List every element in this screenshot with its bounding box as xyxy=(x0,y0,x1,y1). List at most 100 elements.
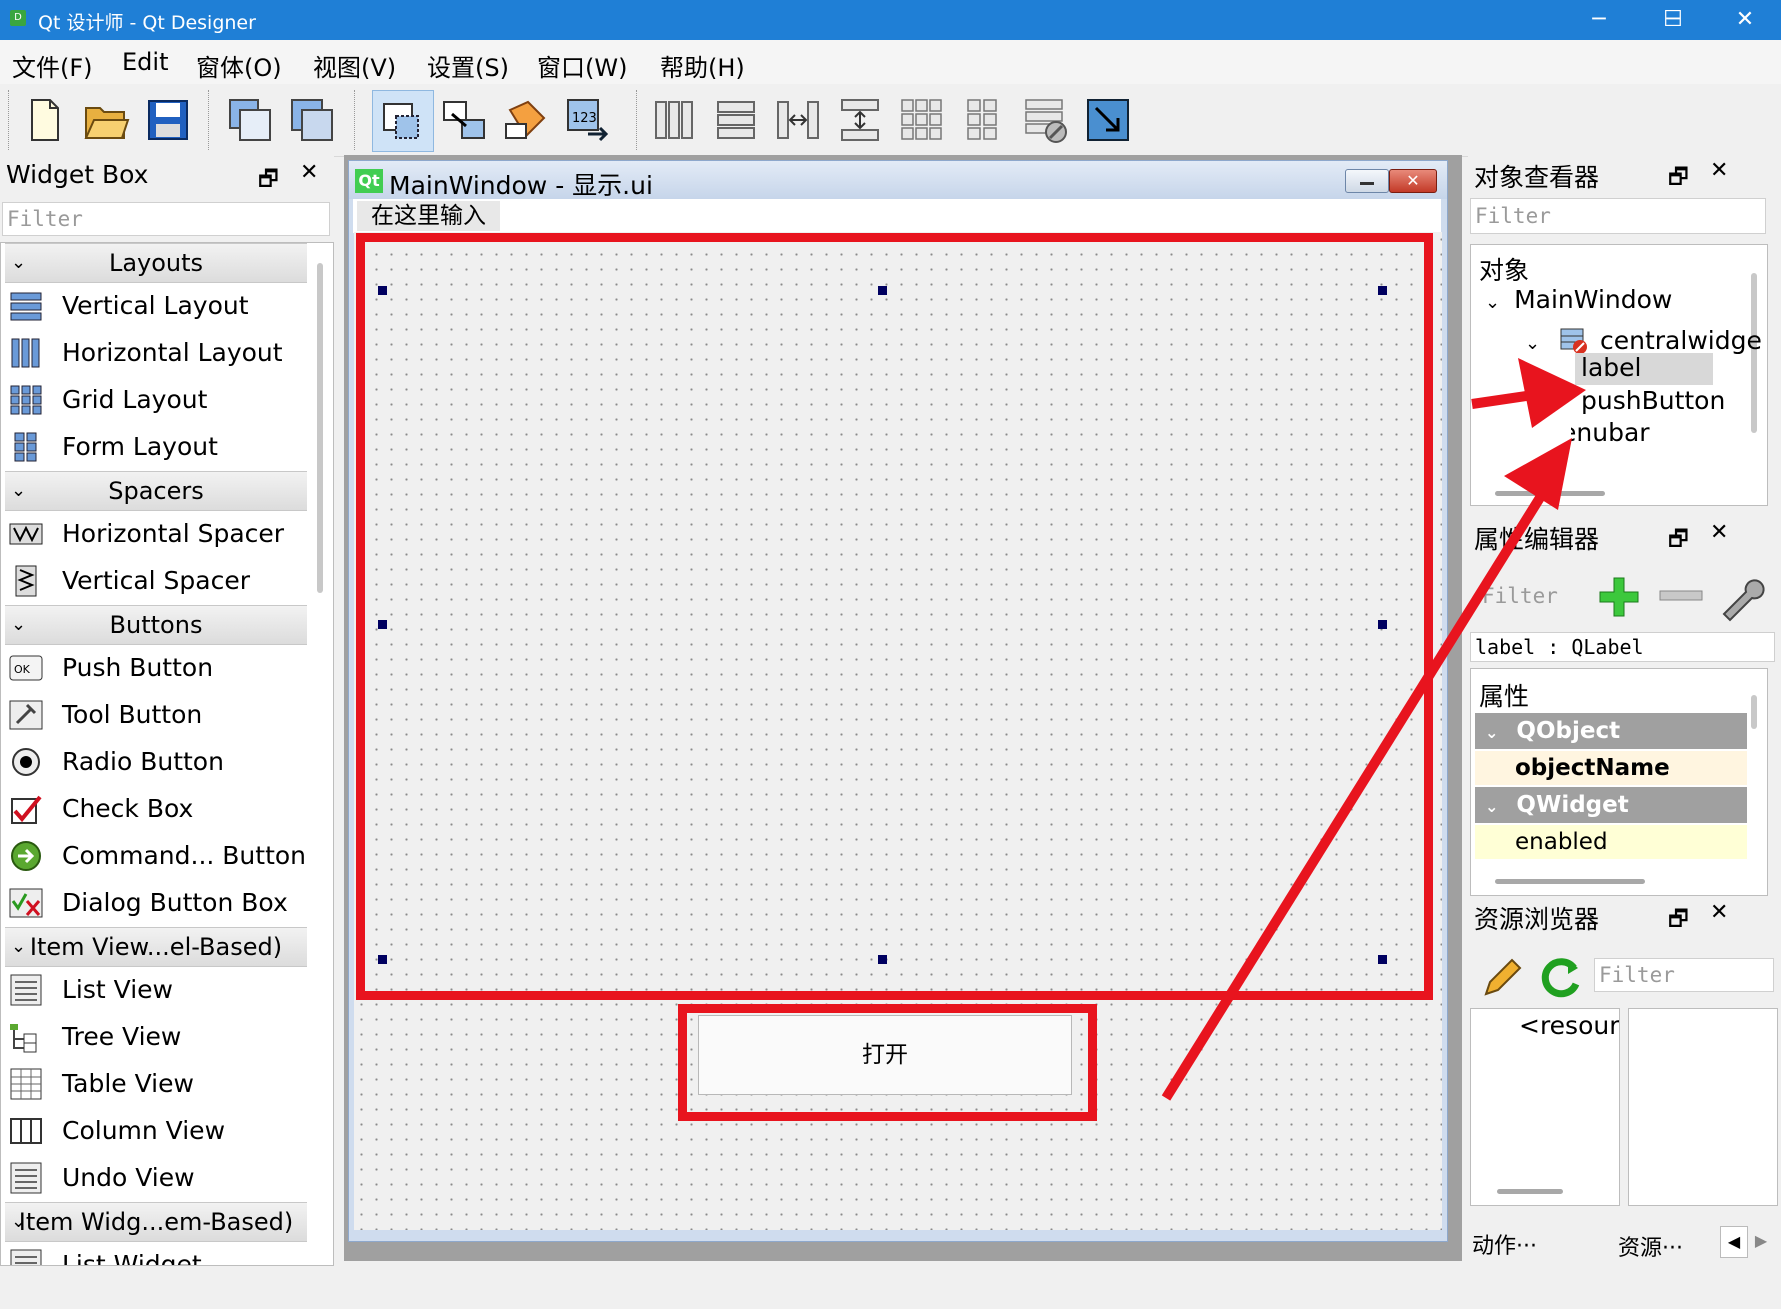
layout-horizontal-icon[interactable] xyxy=(648,94,700,146)
tile-windows-icon[interactable] xyxy=(286,94,338,146)
open-folder-icon[interactable] xyxy=(80,94,132,146)
resource-hscrollbar[interactable] xyxy=(1497,1189,1563,1194)
save-icon[interactable] xyxy=(142,94,194,146)
float-panel-icon[interactable]: 🗗 xyxy=(1668,160,1689,198)
edit-tab-order-icon[interactable]: 123 xyxy=(562,94,614,146)
property-editor-title: 属性编辑器 xyxy=(1474,525,1600,554)
category-layouts[interactable]: ⌄ Layouts xyxy=(5,243,307,283)
widget-item[interactable]: Undo View xyxy=(7,1155,307,1201)
widget-item[interactable]: Dialog Button Box xyxy=(7,880,307,926)
close-panel-icon[interactable]: ✕ xyxy=(1710,520,1728,545)
object-tree-hscrollbar[interactable] xyxy=(1495,491,1605,496)
widget-item[interactable]: Table View xyxy=(7,1061,307,1107)
category-item-views[interactable]: ⌄ Item View...el-Based) xyxy=(5,927,307,967)
close-icon[interactable]: ✕ xyxy=(1709,0,1781,40)
category-spacers[interactable]: ⌄ Spacers xyxy=(5,471,307,511)
property-objectname[interactable]: objectName xyxy=(1475,751,1747,785)
widget-item[interactable]: Tool Button xyxy=(7,692,307,738)
tree-item-pushbutton[interactable]: pushButton xyxy=(1581,386,1725,415)
add-property-icon[interactable] xyxy=(1596,574,1642,620)
widget-item[interactable]: Vertical Layout xyxy=(7,283,307,329)
toolbar-grip xyxy=(8,90,12,150)
form-close-button[interactable]: ✕ xyxy=(1389,169,1437,193)
maximize-icon[interactable]: ☐ xyxy=(1637,0,1709,40)
widget-box-filter-input[interactable]: Filter xyxy=(2,202,330,236)
form-minimize-button[interactable] xyxy=(1345,169,1389,193)
float-panel-icon[interactable]: 🗗 xyxy=(1668,902,1689,940)
float-panel-icon[interactable]: 🗗 xyxy=(258,162,279,200)
cascade-windows-icon[interactable] xyxy=(224,94,276,146)
configure-wrench-icon[interactable] xyxy=(1716,572,1766,622)
break-layout-icon[interactable] xyxy=(1020,94,1072,146)
tool-button-icon xyxy=(9,700,43,730)
layout-vertical-splitter-icon[interactable] xyxy=(834,94,886,146)
property-scrollbar[interactable] xyxy=(1751,695,1757,729)
widget-item[interactable]: OK Push Button xyxy=(7,645,307,691)
menu-view[interactable]: 视图(V) xyxy=(313,48,396,83)
widget-item[interactable]: Column View xyxy=(7,1108,307,1154)
menu-bar: 文件(F) Edit 窗体(O) 视图(V) 设置(S) 窗口(W) 帮助(H) xyxy=(0,40,1781,84)
annotation-red-box-button xyxy=(678,1004,1097,1121)
tab-resources[interactable]: 资源··· xyxy=(1618,1230,1683,1262)
reload-icon[interactable] xyxy=(1538,954,1584,1000)
widget-item[interactable]: Check Box xyxy=(7,786,307,832)
property-group-qwidget[interactable]: ⌄ QWidget xyxy=(1475,787,1747,823)
menu-edit[interactable]: Edit xyxy=(122,48,168,76)
minimize-icon[interactable]: ─ xyxy=(1563,0,1635,40)
edit-signals-slots-icon[interactable] xyxy=(438,94,490,146)
tree-item-mainwindow[interactable]: ⌄ MainWindow xyxy=(1485,285,1672,314)
widget-item[interactable]: Tree View xyxy=(7,1014,307,1060)
tree-item-label[interactable]: label xyxy=(1581,353,1641,382)
chevron-down-icon: ⌄ xyxy=(1485,292,1501,313)
check-box-icon xyxy=(11,795,42,824)
remove-property-icon[interactable] xyxy=(1658,588,1704,604)
close-panel-icon[interactable]: ✕ xyxy=(300,160,318,185)
widget-item[interactable]: Horizontal Layout xyxy=(7,330,307,376)
property-group-qobject[interactable]: ⌄ QObject xyxy=(1475,713,1747,749)
widget-item[interactable]: List View xyxy=(7,967,307,1013)
widget-item[interactable]: Radio Button xyxy=(7,739,307,785)
widget-item[interactable]: Horizontal Spacer xyxy=(7,511,307,557)
layout-horizontal-splitter-icon[interactable] xyxy=(772,94,824,146)
widget-box-scrollbar[interactable] xyxy=(317,263,323,593)
form-window-title: MainWindow - 显示.ui xyxy=(389,171,653,200)
widget-item[interactable]: Grid Layout xyxy=(7,377,307,423)
layout-vertical-icon[interactable] xyxy=(710,94,762,146)
list-view-icon xyxy=(10,974,42,1006)
tab-scroll-right-icon[interactable]: ▶ xyxy=(1748,1226,1774,1256)
table-view-icon xyxy=(10,1068,42,1100)
widget-item[interactable]: Command... Button xyxy=(7,833,307,879)
menu-window[interactable]: 窗口(W) xyxy=(537,48,627,83)
layout-form-icon[interactable] xyxy=(958,94,1010,146)
menu-settings[interactable]: 设置(S) xyxy=(427,48,509,83)
resource-filter-input[interactable]: Filter xyxy=(1594,958,1774,992)
widget-item[interactable]: Vertical Spacer xyxy=(7,558,307,604)
menu-help[interactable]: 帮助(H) xyxy=(660,48,745,83)
tree-item-centralwidget[interactable]: ⌄ centralwidge xyxy=(1525,321,1762,355)
menubar-type-here[interactable]: 在这里输入 xyxy=(357,201,500,231)
property-enabled[interactable]: enabled xyxy=(1475,825,1747,859)
resource-root-item[interactable]: <resourc xyxy=(1519,1011,1619,1040)
edit-buddies-icon[interactable] xyxy=(500,94,552,146)
menu-form[interactable]: 窗体(O) xyxy=(196,48,282,83)
layout-grid-icon[interactable] xyxy=(896,94,948,146)
tab-scroll-left-icon[interactable]: ◀ xyxy=(1720,1226,1748,1258)
close-panel-icon[interactable]: ✕ xyxy=(1710,158,1728,183)
edit-resources-pencil-icon[interactable] xyxy=(1480,954,1526,1000)
category-item-widgets[interactable]: ⌄ Item Widg...em-Based) xyxy=(5,1202,307,1242)
adjust-size-icon[interactable] xyxy=(1082,94,1134,146)
property-filter-input[interactable]: Filter xyxy=(1478,580,1572,614)
property-hscrollbar[interactable] xyxy=(1495,879,1645,884)
widget-item[interactable]: Form Layout xyxy=(7,424,307,470)
close-panel-icon[interactable]: ✕ xyxy=(1710,900,1728,925)
menu-file[interactable]: 文件(F) xyxy=(12,48,93,83)
edit-widgets-icon[interactable] xyxy=(376,94,428,146)
object-inspector-filter-input[interactable]: Filter xyxy=(1470,198,1766,234)
tab-actions[interactable]: 动作··· xyxy=(1472,1228,1537,1260)
new-file-icon[interactable] xyxy=(18,94,70,146)
float-panel-icon[interactable]: 🗗 xyxy=(1668,522,1689,560)
widget-item[interactable]: List Widget xyxy=(7,1242,307,1265)
widget-box-title: Widget Box xyxy=(6,160,149,189)
tree-item-menubar[interactable]: enubar xyxy=(1571,418,1767,447)
category-buttons[interactable]: ⌄ Buttons xyxy=(5,605,307,645)
